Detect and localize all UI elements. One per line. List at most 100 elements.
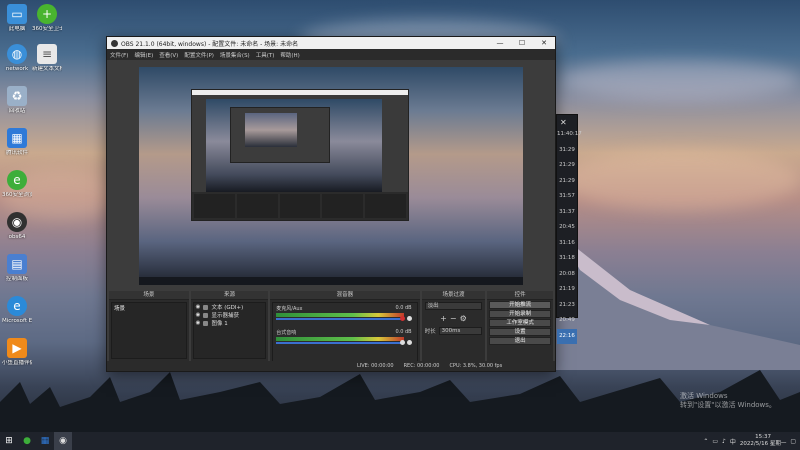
duration-input[interactable]: 300ms [438, 327, 483, 335]
mixer-dock: 混音器 麦克风/Aux 0.0 dB 台式音响 0.0 dB [270, 291, 420, 371]
activation-watermark: 激活 Windows 转到"设置"以激活 Windows。 [680, 392, 776, 409]
lock-icon[interactable] [203, 312, 209, 318]
cpu-fps: CPU: 3.8%, 30.00 fps [449, 363, 503, 369]
taskbar: ⊞ ● ▦ ◉ ⌃ ▭ ♪ 中 15:37 2022/5/16 星期一 ▢ [0, 432, 800, 450]
time-entry[interactable]: 21:23 [557, 298, 577, 314]
eye-icon[interactable]: ◉ [196, 320, 201, 326]
tray-chevron-up-icon[interactable]: ⌃ [703, 438, 708, 445]
taskbar-obs[interactable]: ◉ [54, 432, 72, 450]
add-transition-icon[interactable]: + [440, 314, 447, 323]
desktop-icon-network[interactable]: ◍ network [2, 44, 32, 73]
transition-select[interactable]: 淡出 [424, 302, 483, 310]
preview-canvas[interactable] [139, 67, 523, 285]
mute-icon[interactable] [399, 316, 405, 321]
time-entry[interactable]: 21:29 [557, 158, 577, 174]
taskbar-software-store[interactable]: ▦ [36, 432, 54, 450]
obs-window[interactable]: OBS 21.1.0 (64bit, windows) - 配置文件: 未命名 … [106, 36, 556, 372]
minimize-icon[interactable]: — [489, 39, 511, 47]
lock-icon[interactable] [203, 320, 209, 326]
maximize-icon[interactable]: ☐ [511, 39, 533, 47]
volume-icon[interactable]: ♪ [722, 438, 726, 445]
source-item[interactable]: ◉ 显示器捕获 [194, 311, 266, 319]
controls-dock-header: 控件 [487, 291, 553, 300]
start-recording-button[interactable]: 开始录制 [489, 310, 551, 318]
sources-list[interactable]: ◉ 文本 (GDI+) ◉ 显示器捕获 ◉ 图像 1 [192, 302, 267, 359]
time-entry[interactable]: 21:29 [557, 174, 577, 190]
mixer-channel: 麦克风/Aux 0.0 dB [276, 305, 413, 327]
obs-window-title: OBS 21.1.0 (64bit, windows) - 配置文件: 未命名 … [121, 40, 299, 48]
live-companion-icon: ▶ [7, 338, 27, 358]
time-entry[interactable]: 11:40:17 [557, 127, 582, 143]
close-icon[interactable]: ✕ [560, 118, 567, 127]
menu-tools[interactable]: 工具(T) [256, 51, 275, 59]
duration-label: 时长 [424, 329, 436, 335]
desktop-icon-360-browser[interactable]: e 360安全浏览器 [2, 170, 32, 199]
desktop-icon-text-document[interactable]: ≡ 新建文本文档 [32, 44, 62, 73]
time-entry[interactable]: 20:45 [557, 220, 577, 236]
network-icon: ◍ [7, 44, 27, 64]
transition-settings-icon[interactable]: ⚙ [460, 314, 467, 323]
mixer-channel: 台式音响 0.0 dB [276, 329, 413, 351]
speaker-icon[interactable] [399, 340, 405, 345]
time-entry[interactable]: 22:16 [557, 328, 577, 344]
desktop-icon-live-companion[interactable]: ▶ 小鱼直播伴侣 [2, 338, 32, 367]
channel-settings-icon[interactable] [406, 340, 412, 345]
start-streaming-button[interactable]: 开始推流 [489, 301, 551, 309]
lock-icon[interactable] [203, 304, 209, 310]
start-button[interactable]: ⊞ [0, 432, 18, 450]
channel-settings-icon[interactable] [406, 316, 412, 321]
desktop-icon-software-store[interactable]: ▦ 腾讯软件 [2, 128, 32, 157]
desktop-icon-control-panel[interactable]: ▤ 控制面板 [2, 254, 32, 283]
volume-slider[interactable] [276, 318, 405, 320]
scenes-list[interactable]: 场景 [111, 302, 187, 359]
keyboard-language-icon[interactable]: 中 [730, 437, 736, 446]
time-entry[interactable]: 31:16 [557, 236, 577, 252]
notification-icon[interactable]: ▢ [790, 438, 796, 445]
menu-view[interactable]: 查看(V) [159, 51, 178, 59]
360-browser-icon: ● [23, 436, 31, 446]
time-panel[interactable]: 11:40:17 31:29 21:29 21:29 31:57 31:37 20:45 31… [556, 114, 582, 344]
time-entry[interactable]: 20:08 [557, 267, 577, 283]
source-item[interactable]: ◉ 图像 1 [194, 319, 266, 327]
desktop-icon-edge[interactable]: e Microsoft Edge [2, 296, 32, 325]
menu-edit[interactable]: 编辑(E) [134, 51, 153, 59]
time-list: 11:40:17 31:29 21:29 21:29 31:57 31:37 20:45 31… [557, 127, 582, 344]
desktop-icon-computer[interactable]: ▭ 此电脑 [2, 4, 32, 33]
menu-file[interactable]: 文件(F) [110, 51, 128, 59]
eye-icon[interactable]: ◉ [196, 312, 201, 318]
taskbar-360-browser[interactable]: ● [18, 432, 36, 450]
scene-item[interactable]: 场景 [112, 303, 186, 313]
exit-button[interactable]: 退出 [489, 337, 551, 345]
time-entry[interactable]: 31:57 [557, 189, 577, 205]
time-entry[interactable]: 31:18 [557, 251, 577, 267]
desktop-icon-360-security[interactable]: + 360安全卫士 [32, 4, 62, 33]
desktop-icon-recycle-bin[interactable]: ♻ 回收站 [2, 86, 32, 115]
time-entry[interactable]: 20:49 [557, 313, 577, 329]
source-item[interactable]: ◉ 文本 (GDI+) [194, 303, 266, 311]
remove-transition-icon[interactable]: − [450, 314, 457, 323]
menu-profile[interactable]: 配置文件(P) [184, 51, 214, 59]
network-icon[interactable]: ▭ [712, 438, 718, 445]
menu-help[interactable]: 帮助(H) [280, 51, 299, 59]
studio-mode-button[interactable]: 工作室模式 [489, 319, 551, 327]
scenes-dock: 场景 场景 + − ⌃ ⌄ [109, 291, 189, 371]
time-entry[interactable]: 31:29 [557, 143, 577, 159]
desktop-icon-obs[interactable]: ◉ obs64 [2, 212, 32, 241]
taskbar-clock[interactable]: 15:37 2022/5/16 星期一 [740, 434, 786, 448]
dock-area: 场景 场景 + − ⌃ ⌄ 来源 ◉文本 (GDI+) ◉显示器捕获 ◉图像 1… [107, 291, 555, 371]
obs-titlebar[interactable]: OBS 21.1.0 (64bit, windows) - 配置文件: 未命名 … [107, 37, 555, 49]
scenes-dock-header: 场景 [109, 291, 189, 300]
eye-icon[interactable]: ◉ [196, 304, 201, 310]
360-browser-icon: e [7, 170, 27, 190]
text-document-icon: ≡ [37, 44, 57, 64]
preview-area [107, 60, 555, 291]
volume-slider[interactable] [276, 342, 405, 344]
preview-taskbar [139, 277, 523, 285]
menu-scene-collection[interactable]: 场景集合(S) [220, 51, 250, 59]
360-security-icon: + [37, 4, 57, 24]
settings-button[interactable]: 设置 [489, 328, 551, 336]
close-icon[interactable]: ✕ [533, 39, 555, 47]
time-entry[interactable]: 31:37 [557, 205, 577, 221]
volume-meter [276, 313, 405, 317]
time-entry[interactable]: 21:19 [557, 282, 577, 298]
